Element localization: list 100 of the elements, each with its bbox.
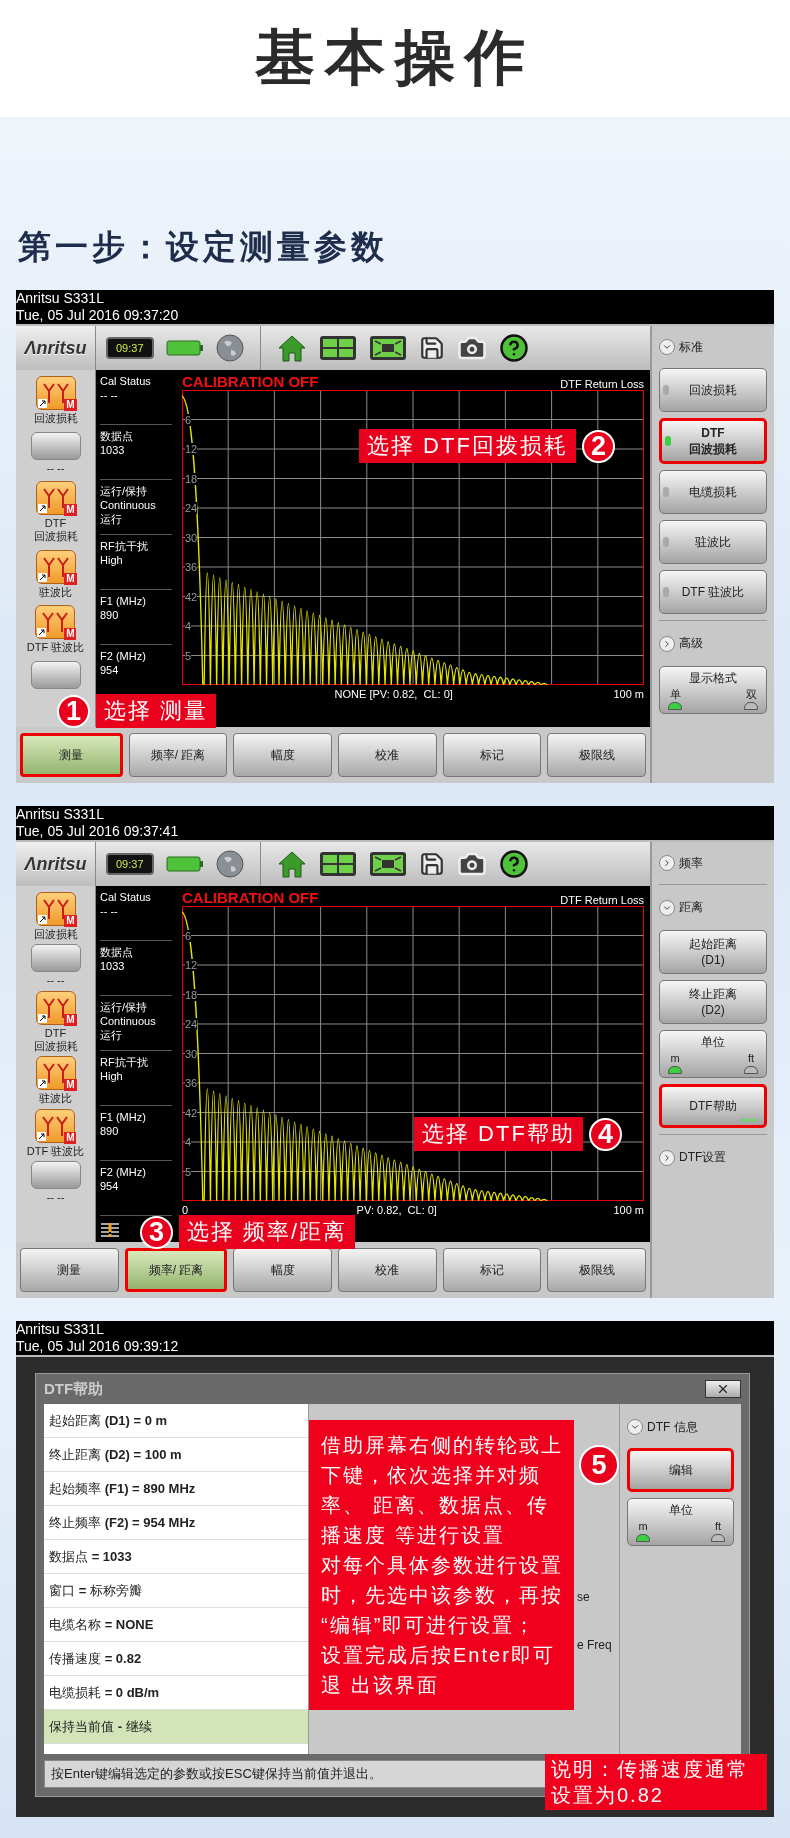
menu-button[interactable]: 回波损耗 bbox=[659, 368, 767, 412]
axis-label: 6 bbox=[185, 413, 192, 426]
menu-tab[interactable]: 测量 bbox=[20, 733, 123, 777]
section-toggle[interactable]: DTF 信息 bbox=[627, 1412, 734, 1442]
empty-shortcut[interactable] bbox=[30, 431, 81, 460]
shortcut-arrow-icon bbox=[37, 399, 47, 408]
distance-label: 100 m bbox=[613, 688, 644, 700]
axis-label: 36 bbox=[185, 561, 198, 573]
chevron-right-icon bbox=[662, 858, 672, 868]
menu-tab[interactable]: 校准 bbox=[338, 733, 437, 777]
axis-label: 6 bbox=[185, 929, 192, 942]
callout-label: 选择 DTF帮助 bbox=[414, 1117, 583, 1151]
note-callout: 说明：传播速度通常设置为0.82 bbox=[545, 1754, 767, 1810]
calibration-status: CALIBRATION OFF bbox=[182, 373, 319, 390]
chevron-down-icon bbox=[630, 1422, 640, 1432]
axis-label: 30 bbox=[185, 1047, 198, 1060]
empty-shortcut[interactable] bbox=[30, 660, 81, 689]
menu-tab[interactable]: 频率/ 距离 bbox=[128, 733, 228, 777]
help-icon[interactable] bbox=[498, 849, 529, 879]
info-value: 890 bbox=[100, 608, 120, 622]
menu-button[interactable]: 电缆损耗 bbox=[659, 470, 767, 514]
globe-icon[interactable] bbox=[215, 850, 244, 878]
measurement-shortcut[interactable]: M bbox=[35, 549, 76, 584]
menu-tab[interactable]: 校准 bbox=[338, 1248, 437, 1292]
fullscreen-icon[interactable] bbox=[368, 851, 407, 877]
shortcut-label: DTF 驻波比 bbox=[26, 641, 85, 655]
fullscreen-icon[interactable] bbox=[368, 335, 407, 361]
menu-button[interactable]: 驻波比 bbox=[659, 520, 767, 564]
measurement-shortcut[interactable]: M bbox=[35, 892, 76, 926]
menu-tab[interactable]: 测量 bbox=[20, 1248, 119, 1292]
measurement-shortcut[interactable]: M bbox=[35, 376, 76, 410]
split-view-icon[interactable] bbox=[318, 335, 357, 361]
globe-icon[interactable] bbox=[215, 334, 244, 362]
help-icon[interactable] bbox=[498, 333, 529, 363]
measurement-shortcut[interactable]: M bbox=[35, 481, 76, 516]
chevron-right-icon bbox=[662, 1152, 672, 1163]
menu-button[interactable]: DTF帮助 bbox=[659, 1084, 767, 1128]
menu-tab[interactable]: 幅度 bbox=[233, 1248, 332, 1292]
shortcut-label: 驻波比 bbox=[39, 585, 72, 599]
calibration-status: CALIBRATION OFF bbox=[182, 889, 319, 906]
info-value: Continuous 运行 bbox=[100, 498, 157, 526]
measurement-shortcut[interactable]: M bbox=[35, 605, 76, 640]
shortcut-arrow-icon bbox=[37, 628, 47, 638]
trace-title: DTF Return Loss bbox=[560, 378, 644, 390]
save-icon[interactable] bbox=[418, 851, 445, 877]
section-toggle[interactable]: 距离 bbox=[659, 884, 767, 924]
axis-label: 18 bbox=[185, 472, 198, 485]
trace-footer: NONE [PV: 0.82, CL: 0] bbox=[334, 688, 453, 700]
menu-tab[interactable]: 标记 bbox=[442, 1248, 542, 1292]
shortcut-label: -- -- bbox=[46, 461, 65, 475]
menu-tab[interactable]: 幅度 bbox=[233, 733, 332, 777]
parameter-row[interactable]: 保持当前值 - 继续 bbox=[44, 1710, 308, 1744]
section-toggle[interactable]: 标准 bbox=[659, 332, 767, 362]
save-icon[interactable] bbox=[418, 335, 445, 361]
info-label: F2 (MHz) bbox=[100, 1165, 147, 1179]
toggle-button[interactable]: 单位 m ft bbox=[627, 1498, 734, 1546]
info-label: 运行/保持 bbox=[100, 1000, 149, 1014]
menu-tab[interactable]: 极限线 bbox=[547, 1248, 647, 1292]
battery-icon[interactable] bbox=[165, 339, 204, 357]
menu-button[interactable]: 终止距离 (D2) bbox=[659, 980, 767, 1024]
measurement-shortcut[interactable]: M bbox=[35, 990, 76, 1025]
distance-label: 0 bbox=[182, 1204, 189, 1216]
info-value: 1033 bbox=[100, 959, 126, 973]
menu-button[interactable]: DTF 驻波比 bbox=[659, 570, 767, 614]
clock-display[interactable]: 09:37 bbox=[106, 853, 154, 875]
info-value: 890 bbox=[100, 1124, 120, 1138]
section-toggle[interactable]: 频率 bbox=[659, 848, 767, 878]
mode-badge: M bbox=[64, 1131, 77, 1144]
home-icon[interactable] bbox=[276, 850, 307, 878]
info-label: RF抗干扰 bbox=[100, 1055, 149, 1069]
split-view-icon[interactable] bbox=[318, 851, 357, 877]
info-label: 运行/保持 bbox=[100, 484, 149, 498]
menu-tab[interactable]: 频率/ 距离 bbox=[124, 1248, 228, 1292]
measurement-shortcut[interactable]: M bbox=[35, 1056, 76, 1091]
close-button[interactable] bbox=[705, 1380, 741, 1398]
axis-label: 5 bbox=[185, 1165, 192, 1178]
mode-badge: M bbox=[64, 1079, 77, 1092]
empty-shortcut[interactable] bbox=[30, 1160, 81, 1189]
close-icon bbox=[716, 1382, 730, 1396]
instruction-text: 借助屏幕右侧的转轮或上下键，依次选择并对频率、 距离、数据点、传播速度 等进行设置 bbox=[321, 1433, 564, 1548]
menu-button[interactable]: DTF 回波损耗 bbox=[659, 418, 767, 464]
menu-button[interactable]: 起始距离 (D1) bbox=[659, 930, 767, 974]
home-icon[interactable] bbox=[276, 334, 307, 362]
menu-tab[interactable]: 标记 bbox=[442, 733, 542, 777]
toggle-button[interactable]: 单位 m ft bbox=[659, 1030, 767, 1078]
toggle-button[interactable]: 显示格式 单 双 bbox=[659, 666, 767, 714]
battery-icon[interactable] bbox=[165, 855, 204, 873]
menu-tab[interactable]: 极限线 bbox=[547, 733, 647, 777]
empty-shortcut[interactable] bbox=[30, 944, 81, 973]
clock-display[interactable]: 09:37 bbox=[106, 337, 154, 359]
section-toggle[interactable]: 高级 bbox=[659, 620, 767, 660]
info-label: F2 (MHz) bbox=[100, 649, 147, 663]
menu-button[interactable]: 编辑 bbox=[627, 1448, 734, 1492]
section-toggle[interactable]: DTF设置 bbox=[659, 1134, 767, 1174]
shortcut-label: 回波损耗 bbox=[33, 412, 78, 425]
info-value: 954 bbox=[100, 663, 120, 677]
shortcut-label: 回波损耗 bbox=[33, 928, 78, 941]
info-label: RF抗干扰 bbox=[100, 539, 149, 553]
measurement-shortcut[interactable]: M bbox=[35, 1108, 76, 1143]
info-label: 数据点 bbox=[100, 945, 134, 959]
